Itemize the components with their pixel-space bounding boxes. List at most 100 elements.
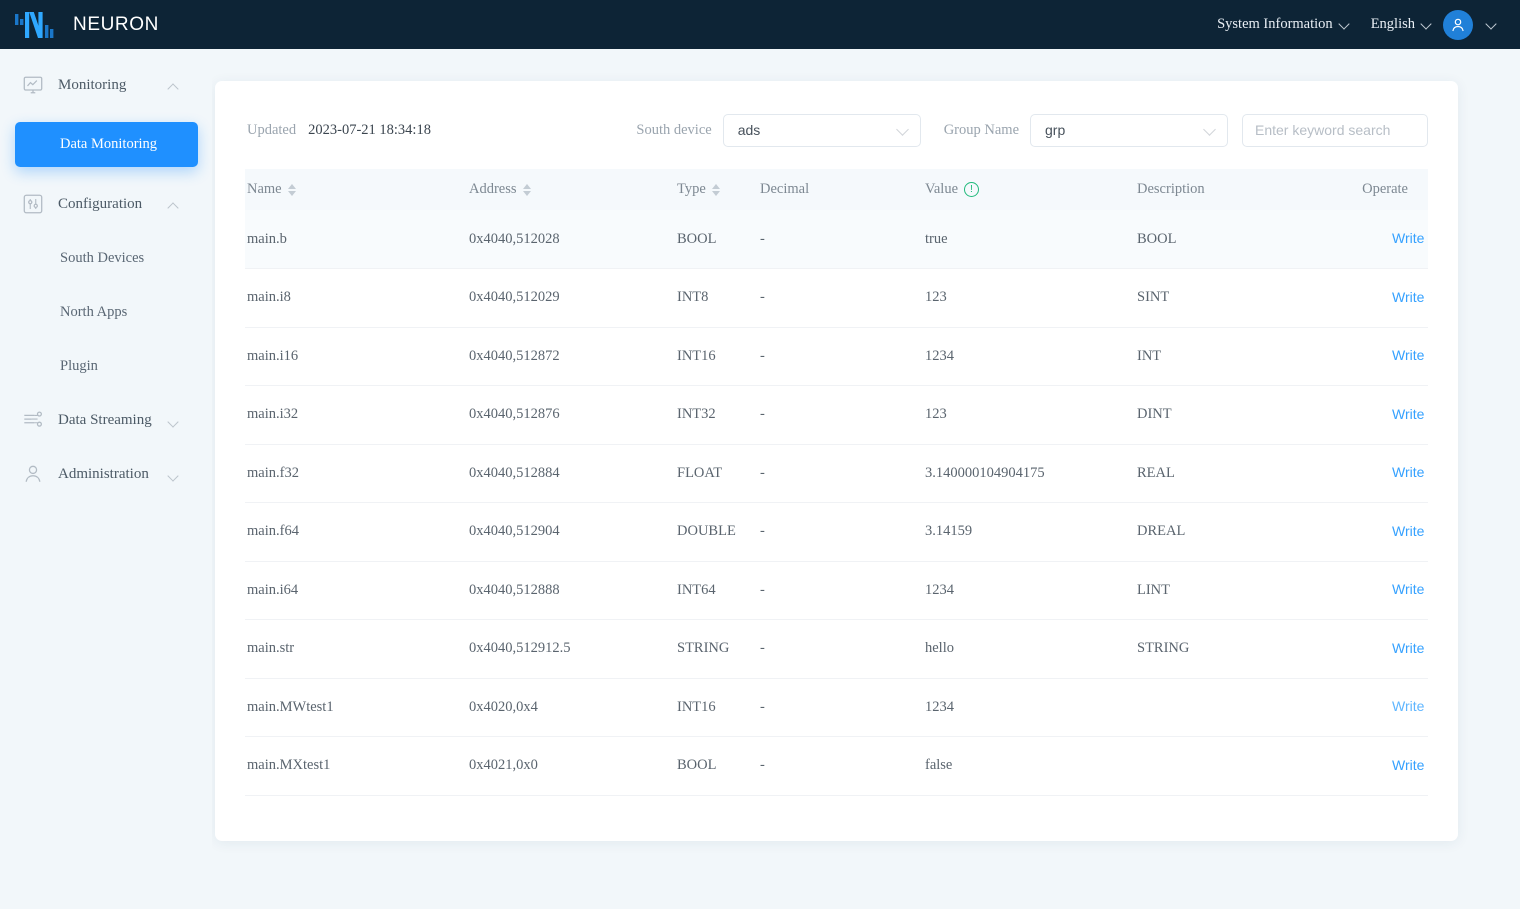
tag-operate-cell: Write	[1390, 444, 1428, 503]
sort-icon[interactable]	[523, 184, 531, 196]
tag-decimal-cell: -	[758, 386, 923, 445]
tag-decimal-cell: -	[758, 444, 923, 503]
language-menu[interactable]: English	[1361, 10, 1443, 39]
tag-type-cell: STRING	[675, 620, 758, 679]
brand[interactable]: NEURON	[14, 10, 159, 40]
write-button[interactable]: Write	[1392, 757, 1424, 773]
tag-address-cell: 0x4040,512028	[467, 210, 675, 269]
tag-value-cell: false	[923, 737, 1135, 796]
sidebar-item-south-devices[interactable]: South Devices	[0, 241, 212, 275]
sidebar-item-data-streaming[interactable]: Data Streaming	[0, 403, 212, 437]
tag-decimal-cell: -	[758, 327, 923, 386]
write-button[interactable]: Write	[1392, 640, 1424, 656]
table-header: Name Address Type	[245, 169, 1428, 210]
table-row: main.i160x4040,512872INT16-1234INTWrite	[245, 327, 1428, 386]
sidebar-item-administration[interactable]: Administration	[0, 457, 212, 491]
system-information-menu[interactable]: System Information	[1207, 10, 1361, 39]
table-row: main.MWtest10x4020,0x4INT16-1234Write	[245, 678, 1428, 737]
chevron-down-icon	[1422, 19, 1433, 30]
table-row: main.f640x4040,512904DOUBLE-3.14159DREAL…	[245, 503, 1428, 562]
tag-type-cell: DOUBLE	[675, 503, 758, 562]
sidebar-item-monitoring[interactable]: Monitoring	[0, 68, 212, 102]
tag-operate-cell: Write	[1390, 210, 1428, 269]
sidebar-item-data-monitoring[interactable]: Data Monitoring	[15, 122, 198, 167]
chevron-up-icon[interactable]	[167, 79, 180, 92]
write-button[interactable]: Write	[1392, 581, 1424, 597]
user-menu[interactable]	[1443, 10, 1498, 40]
tag-value-cell: 1234	[923, 678, 1135, 737]
sort-icon[interactable]	[712, 184, 720, 196]
system-information-label: System Information	[1217, 16, 1333, 33]
chevron-down-icon[interactable]	[167, 414, 180, 427]
tag-type-cell: INT16	[675, 678, 758, 737]
column-label: Type	[677, 181, 706, 198]
write-button[interactable]: Write	[1392, 406, 1424, 422]
chevron-up-icon[interactable]	[167, 198, 180, 211]
updated-timestamp: 2023-07-21 18:34:18	[308, 122, 431, 139]
tag-name-cell: main.f64	[245, 503, 467, 562]
tag-operate-cell: Write	[1390, 386, 1428, 445]
tag-decimal-cell: -	[758, 210, 923, 269]
column-header-description: Description	[1135, 169, 1390, 210]
sort-icon[interactable]	[288, 184, 296, 196]
flow-branch-icon	[22, 409, 44, 431]
sidebar-item-plugin[interactable]: Plugin	[0, 349, 212, 383]
toolbar: Updated 2023-07-21 18:34:18 South device…	[245, 111, 1428, 149]
tag-type-cell: BOOL	[675, 737, 758, 796]
write-button[interactable]: Write	[1392, 230, 1424, 246]
column-label: Name	[247, 181, 282, 198]
write-button[interactable]: Write	[1392, 289, 1424, 305]
write-button[interactable]: Write	[1392, 464, 1424, 480]
table-row: main.f320x4040,512884FLOAT-3.14000010490…	[245, 444, 1428, 503]
write-button[interactable]: Write	[1392, 698, 1424, 714]
table-row: main.b0x4040,512028BOOL-trueBOOLWrite	[245, 210, 1428, 269]
tag-name-cell: main.i64	[245, 561, 467, 620]
tag-address-cell: 0x4021,0x0	[467, 737, 675, 796]
tag-address-cell: 0x4040,512912.5	[467, 620, 675, 679]
tag-operate-cell: Write	[1390, 503, 1428, 562]
tag-address-cell: 0x4040,512029	[467, 269, 675, 328]
user-avatar-icon	[1449, 16, 1467, 34]
info-circle-icon[interactable]: !	[964, 182, 979, 197]
table-row: main.i640x4040,512888INT64-1234LINTWrite	[245, 561, 1428, 620]
sidebar-item-label: Configuration	[58, 196, 153, 213]
tag-value-cell: 123	[923, 386, 1135, 445]
tag-type-cell: INT8	[675, 269, 758, 328]
monitor-chart-icon	[22, 74, 44, 96]
column-label: Value	[925, 181, 958, 198]
tag-name-cell: main.i16	[245, 327, 467, 386]
top-header-bar: NEURON System Information English	[0, 0, 1520, 49]
sidebar-item-north-apps[interactable]: North Apps	[0, 295, 212, 329]
avatar[interactable]	[1443, 10, 1473, 40]
tag-address-cell: 0x4020,0x4	[467, 678, 675, 737]
tag-name-cell: main.MXtest1	[245, 737, 467, 796]
app-body: Monitoring Data Monitoring Configuration…	[0, 49, 1520, 909]
write-button[interactable]: Write	[1392, 347, 1424, 363]
tag-decimal-cell: -	[758, 269, 923, 328]
tag-description-cell: SINT	[1135, 269, 1390, 328]
search-input[interactable]	[1242, 114, 1428, 147]
column-label: Description	[1137, 181, 1205, 198]
tag-name-cell: main.f32	[245, 444, 467, 503]
tag-operate-cell: Write	[1390, 561, 1428, 620]
south-device-select[interactable]: ads	[723, 114, 921, 147]
column-label: Address	[469, 181, 517, 198]
sidebar-item-configuration[interactable]: Configuration	[0, 187, 212, 221]
chevron-down-icon[interactable]	[167, 468, 180, 481]
column-header-type[interactable]: Type	[675, 169, 758, 210]
table-row: main.str0x4040,512912.5STRING-helloSTRIN…	[245, 620, 1428, 679]
chevron-down-icon	[897, 124, 909, 136]
toolbar-filters: South device ads Group Name grp	[636, 114, 1428, 147]
tag-address-cell: 0x4040,512904	[467, 503, 675, 562]
tag-description-cell: REAL	[1135, 444, 1390, 503]
column-header-address[interactable]: Address	[467, 169, 675, 210]
tag-name-cell: main.i8	[245, 269, 467, 328]
column-label: Decimal	[760, 181, 809, 198]
write-button[interactable]: Write	[1392, 523, 1424, 539]
group-name-select[interactable]: grp	[1030, 114, 1228, 147]
user-icon	[22, 463, 44, 485]
column-header-name[interactable]: Name	[245, 169, 467, 210]
main-content: Updated 2023-07-21 18:34:18 South device…	[212, 49, 1520, 909]
chevron-down-icon	[1340, 19, 1351, 30]
group-name-value: grp	[1045, 122, 1204, 138]
